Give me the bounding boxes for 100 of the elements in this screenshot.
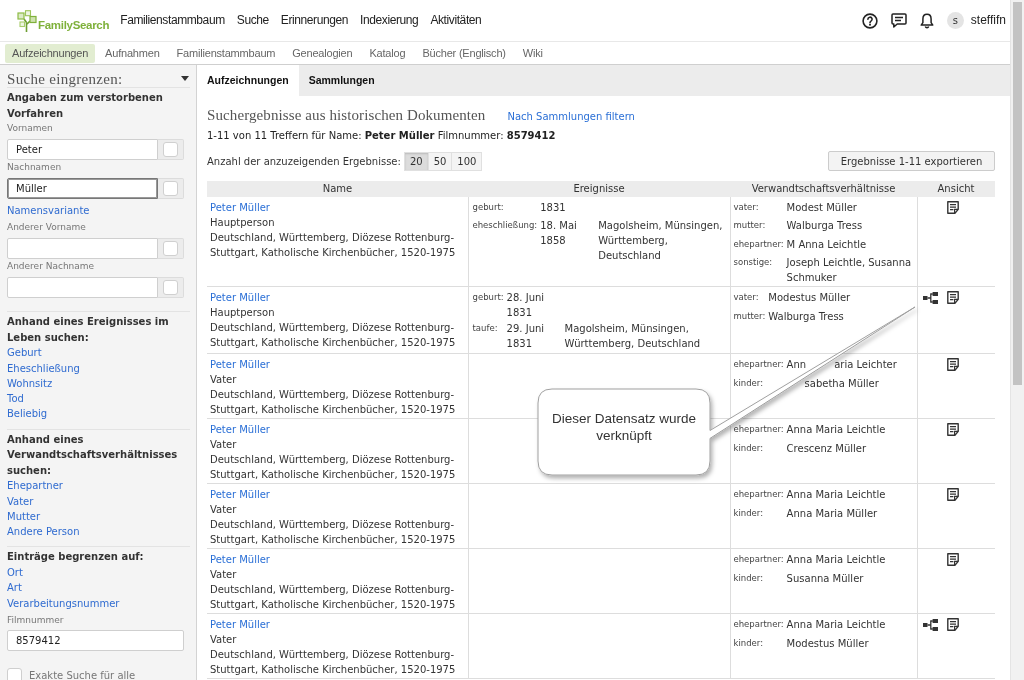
- relation-name: Walburga Tress: [786, 219, 864, 233]
- event-label: eheschließung:: [472, 220, 538, 230]
- tab[interactable]: Aufzeichnungen: [197, 65, 299, 96]
- page-size-option[interactable]: 20: [403, 151, 429, 171]
- page-size-option[interactable]: 50: [428, 151, 453, 171]
- export-button[interactable]: Ergebnisse 1-11 exportieren: [828, 151, 995, 171]
- record-collection: Deutschland, Württemberg, Diözese Rottenburg-Stuttgart, Katholische Kirchenbücher, 1520-1975: [210, 518, 457, 547]
- sidebar-link[interactable]: Mutter: [7, 508, 41, 525]
- sidebar-link[interactable]: Namensvariante: [7, 203, 90, 219]
- relation-label: vater:: [733, 201, 759, 212]
- column-header: Ansicht: [917, 180, 995, 197]
- checkbox[interactable]: [158, 139, 184, 160]
- bell-icon[interactable]: [919, 12, 934, 29]
- filter-link[interactable]: Nach Sammlungen filtern: [507, 110, 635, 123]
- section-heading: Angaben zum verstorbenen Vorfahren: [7, 91, 164, 121]
- checkbox[interactable]: [7, 667, 22, 680]
- sidebar-link[interactable]: Verarbeitungsnummer: [7, 595, 120, 611]
- section-heading: Anhand eines Ereignisses im Leben suchen:: [7, 315, 170, 345]
- field-label: Filmnummer: [7, 613, 64, 627]
- checkbox[interactable]: [158, 238, 184, 260]
- subnav-tab[interactable]: Familienstammbaum: [169, 43, 283, 63]
- document-icon[interactable]: [946, 423, 959, 436]
- document-icon[interactable]: [946, 358, 959, 371]
- chat-icon[interactable]: [890, 13, 907, 28]
- document-icon[interactable]: [946, 488, 959, 501]
- sidebar-link[interactable]: Beliebig: [7, 406, 48, 422]
- relation-label: ehepartner:: [733, 619, 784, 629]
- text-field[interactable]: [7, 238, 158, 260]
- relation-name: sabetha Müller: [804, 376, 879, 391]
- record-name-link[interactable]: Peter Müller: [210, 357, 270, 372]
- subnav-tab[interactable]: Aufzeichnungen: [5, 43, 96, 63]
- record-name-link[interactable]: Peter Müller: [210, 617, 270, 632]
- sidebar-link[interactable]: Art: [7, 580, 22, 596]
- results-summary: 1-11 von 11 Treffern für Name: Peter Müller Filmnummer: 8579412: [207, 129, 556, 143]
- event-label: geburt:: [472, 201, 504, 212]
- record-name-link[interactable]: Peter Müller: [210, 290, 270, 305]
- tree-icon[interactable]: [17, 9, 37, 32]
- event-label: taufe:: [472, 323, 498, 333]
- document-icon[interactable]: [946, 618, 959, 631]
- sidebar-link[interactable]: Wohnsitz: [7, 375, 53, 392]
- checkbox[interactable]: [158, 178, 184, 199]
- event-date: 18. Mai 1858: [540, 219, 578, 248]
- subnav-tab[interactable]: Wiki: [515, 43, 550, 63]
- sidebar-link[interactable]: Ort: [7, 564, 23, 581]
- relation-name: Anna Maria Leichtle: [786, 618, 887, 632]
- document-icon[interactable]: [946, 553, 959, 566]
- scrollbar-thumb[interactable]: [1013, 2, 1022, 385]
- record-role: Hauptperson: [210, 215, 276, 230]
- relation-name: M Anna Leichtle: [786, 237, 868, 252]
- subnav-tab[interactable]: Bücher (Englisch): [415, 43, 513, 63]
- tab[interactable]: Sammlungen: [298, 65, 385, 96]
- subnav-tab[interactable]: Genealogien: [285, 43, 360, 63]
- column-header: Ereignisse: [468, 180, 730, 197]
- document-icon[interactable]: [946, 200, 959, 214]
- event-place: Magolsheim, Münsingen, Württemberg, Deutschland: [564, 322, 702, 351]
- record-name-link[interactable]: Peter Müller: [210, 487, 270, 502]
- sidebar-link[interactable]: Tod: [7, 391, 24, 407]
- sidebar-link[interactable]: Eheschließung: [7, 360, 80, 376]
- text-field[interactable]: Müller: [7, 178, 158, 199]
- relation-name: Susanna Müller: [786, 571, 865, 586]
- record-collection: Deutschland, Württemberg, Diözese Rottenburg-Stuttgart, Katholische Kirchenbücher, 1520-1975: [210, 453, 457, 482]
- record-collection: Deutschland, Württemberg, Diözese Rottenburg-Stuttgart, Katholische Kirchenbücher, 1520-1975: [210, 388, 457, 417]
- page-size-option[interactable]: 100: [452, 151, 483, 171]
- column-header: Verwandtschaftsverhältnisse: [730, 180, 917, 197]
- record-name-link[interactable]: Peter Müller: [210, 199, 270, 215]
- sidebar-link[interactable]: Ehepartner: [7, 478, 63, 494]
- record-name-link[interactable]: Peter Müller: [210, 552, 270, 567]
- relation-label: kinder:: [733, 377, 763, 388]
- relation-name: Walburga Tress: [768, 309, 845, 324]
- record-collection: Deutschland, Württemberg, Diözese Rottenburg-Stuttgart, Katholische Kirchenbücher, 1520-1975: [210, 230, 457, 260]
- text-field[interactable]: [7, 277, 158, 299]
- sidebar-link[interactable]: Vater: [7, 493, 34, 509]
- relation-label: ehepartner:: [733, 424, 784, 434]
- help-icon[interactable]: [861, 12, 878, 29]
- relation-label: ehepartner:: [733, 359, 784, 369]
- text-field[interactable]: 8579412: [7, 629, 184, 651]
- hierarchy-icon[interactable]: [922, 618, 938, 631]
- relation-name: Anna Maria Leichtle: [786, 423, 887, 437]
- subnav-tab[interactable]: Aufnahmen: [98, 43, 167, 63]
- caret-icon[interactable]: [181, 76, 189, 81]
- nav-link[interactable]: Suche: [236, 13, 269, 28]
- relation-label: vater:: [733, 292, 759, 302]
- record-name-link[interactable]: Peter Müller: [210, 422, 270, 437]
- relation-label: ehepartner:: [733, 489, 784, 499]
- field-label: Nachnamen: [7, 161, 62, 174]
- sidebar-link[interactable]: Geburt: [7, 345, 42, 361]
- nav-link[interactable]: Familienstammbaum: [120, 13, 225, 28]
- hierarchy-icon[interactable]: [922, 291, 938, 304]
- nav-link[interactable]: Aktivitäten: [430, 13, 482, 28]
- checkbox[interactable]: [158, 277, 184, 299]
- user-name[interactable]: steffifn: [970, 13, 1006, 28]
- nav-link[interactable]: Erinnerungen: [280, 13, 349, 28]
- text-field[interactable]: Peter: [7, 139, 158, 160]
- relation-name: Ann: [786, 358, 807, 372]
- avatar[interactable]: s: [946, 12, 964, 29]
- sidebar-link[interactable]: Andere Person: [7, 524, 80, 540]
- relation-label: kinder:: [733, 442, 763, 453]
- nav-link[interactable]: Indexierung: [360, 13, 419, 28]
- subnav-tab[interactable]: Katalog: [362, 43, 413, 63]
- document-icon[interactable]: [946, 291, 959, 304]
